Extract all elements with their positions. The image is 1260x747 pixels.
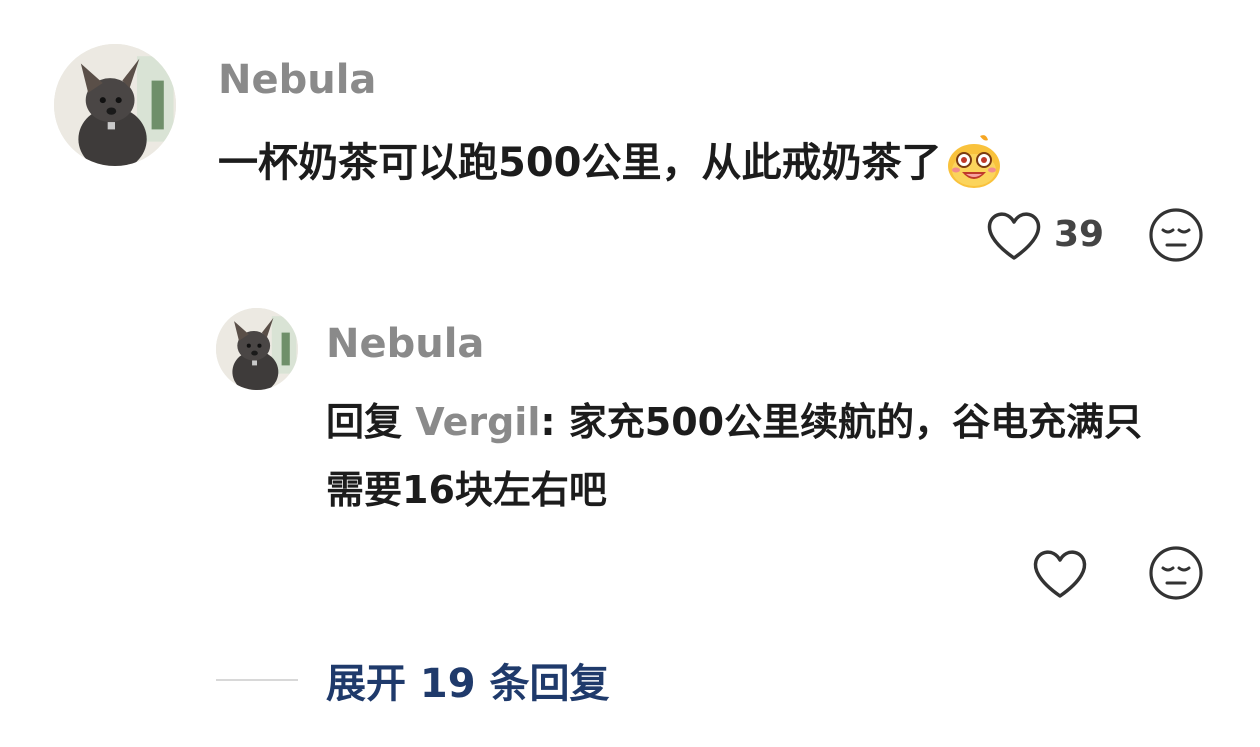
heart-icon[interactable] (1031, 546, 1089, 600)
avatar-dog-image (54, 44, 176, 166)
reply-text: 回复 Vergil: 家充500公里续航的，谷电充满只需要16块左右吧 (326, 388, 1166, 524)
meh-face-icon[interactable] (1148, 207, 1204, 263)
avatar-dog-image (216, 308, 298, 390)
reply-mention[interactable]: Vergil (415, 400, 540, 444)
reply-separator: : (540, 400, 556, 444)
avatar[interactable] (54, 44, 176, 166)
reply-avatar[interactable] (216, 308, 298, 390)
expand-replies-button[interactable]: 展开 19 条回复 (326, 651, 610, 709)
like-count: 39 (1054, 214, 1105, 255)
comment-body: 一杯奶茶可以跑500公里，从此戒奶茶了 (218, 140, 942, 186)
divider-line (216, 679, 298, 681)
meh-face-icon[interactable] (1148, 545, 1204, 601)
comment-text: 一杯奶茶可以跑500公里，从此戒奶茶了 (218, 130, 1002, 190)
comment-username[interactable]: Nebula (218, 60, 376, 100)
reply-username[interactable]: Nebula (326, 324, 484, 364)
laughing-face-emoji (946, 132, 1002, 190)
reply-prefix: 回复 (326, 400, 403, 444)
expand-replies-row[interactable]: 展开 19 条回复 (216, 650, 610, 710)
heart-icon[interactable] (985, 208, 1043, 262)
